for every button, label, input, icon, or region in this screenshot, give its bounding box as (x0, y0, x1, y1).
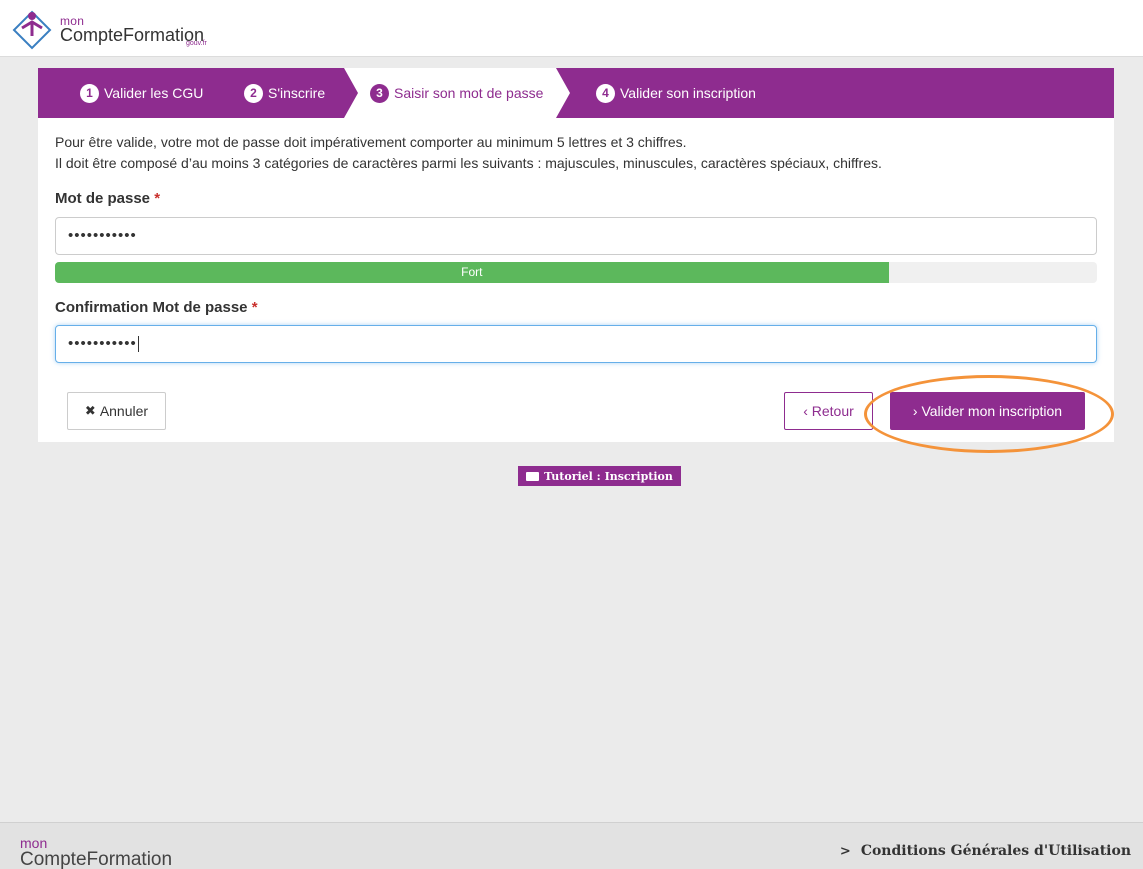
back-button[interactable]: ‹ Retour (784, 392, 873, 430)
step-label: Valider son inscription (620, 85, 756, 101)
step-number: 1 (80, 83, 99, 103)
steps-bar: 1 Valider les CGU 2 S'inscrire 3 Saisir … (38, 68, 1114, 118)
password-strength-fill: Fort (55, 262, 889, 283)
cancel-button-label: Annuler (99, 403, 149, 419)
tutorial-label: Tutoriel : Inscription (544, 469, 673, 483)
confirm-password-value: ••••••••••• (68, 335, 137, 352)
password-strength-bar: Fort (55, 262, 1097, 283)
chevron-right-icon: > (839, 844, 851, 859)
password-strength-label: Fort (461, 265, 483, 279)
confirm-password-input[interactable]: ••••••••••• (55, 325, 1097, 363)
validate-registration-button[interactable]: › Valider mon inscription (890, 392, 1085, 430)
step-label: Saisir son mot de passe (394, 85, 544, 101)
logo-diamond-icon (12, 10, 52, 50)
password-value: ••••••••••• (68, 227, 137, 244)
step-2[interactable]: 2 S'inscrire (244, 68, 325, 118)
password-rules-line-1: Pour être valide, votre mot de passe doi… (55, 134, 687, 150)
password-label-text: Mot de passe (55, 190, 151, 207)
step-number: 2 (244, 83, 263, 103)
text-caret (137, 336, 139, 353)
step-1[interactable]: 1 Valider les CGU (80, 68, 203, 118)
step-number: 3 (370, 83, 389, 103)
step-label: S'inscrire (268, 85, 326, 101)
validate-button-label: › Valider mon inscription (912, 403, 1063, 419)
password-rules: Pour être valide, votre mot de passe doi… (55, 132, 882, 174)
close-icon: ✖ (84, 403, 96, 418)
step-label: Valider les CGU (104, 85, 204, 101)
video-icon (526, 471, 540, 481)
tutorial-button[interactable]: Tutoriel : Inscription (518, 466, 681, 486)
password-label: Mot de passe * (55, 190, 160, 207)
cgu-link-label: Conditions Générales d'Utilisation (860, 843, 1131, 859)
logo-title: CompteFormation (60, 25, 205, 45)
password-input[interactable]: ••••••••••• (55, 217, 1097, 255)
footer: mon CompteFormation > Conditions Générale… (0, 822, 1143, 869)
top-header: mon CompteFormation gouv.fr (0, 0, 1143, 57)
logo-gouv-text: gouv.fr (186, 40, 207, 47)
required-mark: * (251, 299, 258, 316)
back-button-label: ‹ Retour (803, 403, 854, 419)
moncompteformation-logo[interactable]: mon CompteFormation gouv.fr (10, 6, 230, 52)
required-mark: * (154, 190, 161, 207)
step-number: 4 (596, 83, 615, 103)
step-4[interactable]: 4 Valider son inscription (596, 68, 756, 118)
cancel-button[interactable]: ✖ Annuler (67, 392, 166, 430)
footer-logo-title: CompteFormation (20, 849, 173, 869)
confirm-password-label-text: Confirmation Mot de passe (55, 299, 248, 316)
confirm-password-label: Confirmation Mot de passe * (55, 299, 258, 316)
step-3[interactable]: 3 Saisir son mot de passe (370, 68, 543, 118)
cgu-link[interactable]: > Conditions Générales d'Utilisation (840, 843, 1131, 859)
registration-card: 1 Valider les CGU 2 S'inscrire 3 Saisir … (38, 68, 1114, 442)
password-rules-line-2: Il doit être composé d’au moins 3 catégo… (55, 155, 882, 171)
